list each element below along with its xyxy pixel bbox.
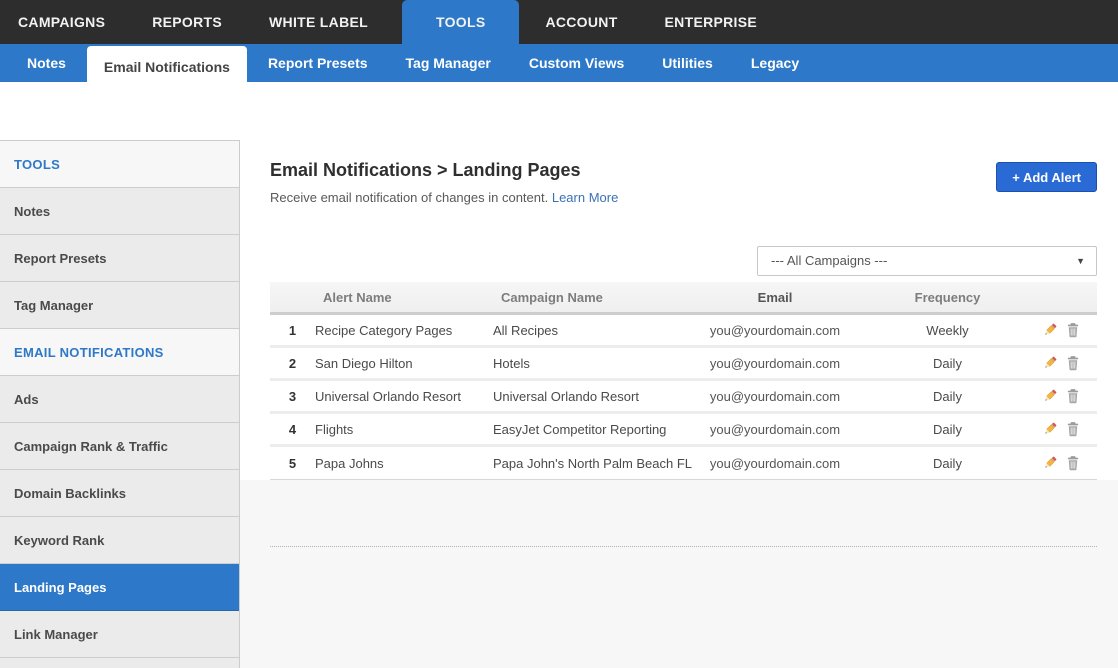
campaign-name-cell: Universal Orlando Resort (493, 389, 695, 404)
subnav-item-custom-views[interactable]: Custom Views (512, 44, 641, 82)
learn-more-link[interactable]: Learn More (552, 190, 618, 205)
section-divider (270, 546, 1097, 547)
column-header-frequency: Frequency (855, 290, 1040, 305)
sidebar-header-email-notifications: EMAIL NOTIFICATIONS (0, 329, 239, 376)
alert-name-cell: Universal Orlando Resort (315, 389, 493, 404)
topnav-item-enterprise[interactable]: ENTERPRISE (665, 0, 757, 44)
campaign-name-cell: All Recipes (493, 323, 695, 338)
alert-name-cell: San Diego Hilton (315, 356, 493, 371)
page-body: TOOLS Notes Report Presets Tag Manager E… (0, 140, 1118, 668)
edit-icon[interactable] (1042, 388, 1058, 404)
delete-icon[interactable] (1065, 421, 1081, 437)
subnav-item-utilities[interactable]: Utilities (645, 44, 730, 82)
row-number: 3 (270, 389, 315, 404)
delete-icon[interactable] (1065, 388, 1081, 404)
column-header-alert-name: Alert Name (315, 290, 493, 305)
table-row: 2 San Diego Hilton Hotels you@yourdomain… (270, 348, 1097, 381)
topnav-item-white-label[interactable]: WHITE LABEL (269, 0, 368, 44)
top-navigation: CAMPAIGNS REPORTS WHITE LABEL TOOLS ACCO… (0, 0, 1118, 44)
sidebar: TOOLS Notes Report Presets Tag Manager E… (0, 140, 240, 668)
email-cell: you@yourdomain.com (695, 323, 855, 338)
alert-name-cell: Recipe Category Pages (315, 323, 493, 338)
sub-navigation: Notes Email Notifications Report Presets… (0, 44, 1118, 82)
column-header-campaign-name: Campaign Name (493, 290, 695, 305)
sidebar-item-landing-pages-active[interactable]: Landing Pages (0, 564, 239, 611)
edit-icon[interactable] (1042, 355, 1058, 371)
campaign-name-cell: EasyJet Competitor Reporting (493, 422, 695, 437)
subtitle-text: Receive email notification of changes in… (270, 190, 548, 205)
row-number: 5 (270, 456, 315, 471)
column-header-email: Email (695, 290, 855, 305)
table-header-row: Alert Name Campaign Name Email Frequency (270, 282, 1097, 315)
delete-icon[interactable] (1065, 455, 1081, 471)
page-subtitle: Receive email notification of changes in… (270, 190, 618, 205)
campaign-filter-select[interactable]: --- All Campaigns --- ▼ (757, 246, 1097, 276)
frequency-cell: Weekly (855, 323, 1040, 338)
topnav-item-tools-active[interactable]: TOOLS (402, 0, 519, 44)
frequency-cell: Daily (855, 456, 1040, 471)
campaign-filter-value: --- All Campaigns --- (771, 253, 887, 268)
chevron-down-icon: ▼ (1076, 247, 1085, 275)
table-row: 3 Universal Orlando Resort Universal Orl… (270, 381, 1097, 414)
table-row: 4 Flights EasyJet Competitor Reporting y… (270, 414, 1097, 447)
sidebar-item-link-manager[interactable]: Link Manager (0, 611, 239, 658)
campaign-name-cell: Papa John's North Palm Beach FL (493, 456, 695, 471)
email-cell: you@yourdomain.com (695, 422, 855, 437)
email-cell: you@yourdomain.com (695, 456, 855, 471)
edit-icon[interactable] (1042, 421, 1058, 437)
table-row: 5 Papa Johns Papa John's North Palm Beac… (270, 447, 1097, 480)
topnav-item-campaigns[interactable]: CAMPAIGNS (18, 0, 105, 44)
alert-name-cell: Papa Johns (315, 456, 493, 471)
frequency-cell: Daily (855, 422, 1040, 437)
edit-icon[interactable] (1042, 322, 1058, 338)
sidebar-item-ads[interactable]: Ads (0, 376, 239, 423)
add-alert-button[interactable]: + Add Alert (996, 162, 1097, 192)
topnav-item-reports[interactable]: REPORTS (152, 0, 222, 44)
alert-name-cell: Flights (315, 422, 493, 437)
below-table-area (240, 480, 1118, 668)
subnav-item-notes[interactable]: Notes (10, 44, 83, 82)
delete-icon[interactable] (1065, 322, 1081, 338)
alerts-table: Alert Name Campaign Name Email Frequency… (270, 282, 1097, 480)
subnav-item-tag-manager[interactable]: Tag Manager (389, 44, 508, 82)
sidebar-item-domain-backlinks[interactable]: Domain Backlinks (0, 470, 239, 517)
sidebar-header-tools: TOOLS (0, 141, 239, 188)
page-head-text: Email Notifications > Landing Pages Rece… (270, 160, 618, 205)
email-cell: you@yourdomain.com (695, 356, 855, 371)
page-title: Email Notifications > Landing Pages (270, 160, 618, 181)
sidebar-item-keyword-rank[interactable]: Keyword Rank (0, 517, 239, 564)
edit-icon[interactable] (1042, 455, 1058, 471)
row-number: 2 (270, 356, 315, 371)
sidebar-item-campaign-rank-traffic[interactable]: Campaign Rank & Traffic (0, 423, 239, 470)
sidebar-item-notes[interactable]: Notes (0, 188, 239, 235)
topnav-item-account[interactable]: ACCOUNT (545, 0, 617, 44)
row-number: 4 (270, 422, 315, 437)
frequency-cell: Daily (855, 389, 1040, 404)
sidebar-item-tag-manager[interactable]: Tag Manager (0, 282, 239, 329)
subnav-item-report-presets[interactable]: Report Presets (251, 44, 385, 82)
sidebar-item-report-presets[interactable]: Report Presets (0, 235, 239, 282)
delete-icon[interactable] (1065, 355, 1081, 371)
campaign-name-cell: Hotels (493, 356, 695, 371)
email-cell: you@yourdomain.com (695, 389, 855, 404)
table-row: 1 Recipe Category Pages All Recipes you@… (270, 315, 1097, 348)
subnav-item-email-notifications-active[interactable]: Email Notifications (87, 46, 247, 90)
main-content: Email Notifications > Landing Pages Rece… (240, 140, 1118, 668)
row-number: 1 (270, 323, 315, 338)
frequency-cell: Daily (855, 356, 1040, 371)
subnav-item-legacy[interactable]: Legacy (734, 44, 816, 82)
